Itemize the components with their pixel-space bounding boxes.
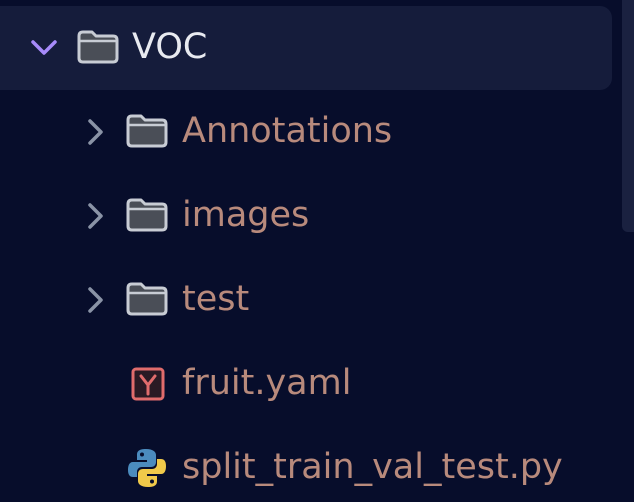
tree-item-voc[interactable]: VOC (0, 6, 612, 90)
folder-icon (126, 282, 168, 316)
file-explorer-tree: VOC Annotations images test fruit.yaml s… (0, 0, 634, 502)
folder-icon (77, 30, 119, 64)
tree-item-label: images (182, 195, 310, 235)
tree-item-split-train-val-test-py[interactable]: split_train_val_test.py (0, 426, 612, 502)
folder-icon (126, 198, 168, 232)
tree-item-label: test (182, 279, 250, 319)
tree-item-images[interactable]: images (0, 174, 612, 258)
tree-item-label: Annotations (182, 111, 393, 151)
tree-item-label: VOC (132, 27, 208, 67)
tree-item-label: split_train_val_test.py (182, 447, 563, 487)
yaml-file-icon (131, 367, 165, 401)
chevron-right-icon[interactable] (80, 117, 110, 147)
tree-item-fruit-yaml[interactable]: fruit.yaml (0, 342, 612, 426)
chevron-down-icon[interactable] (29, 33, 59, 63)
tree-item-test[interactable]: test (0, 258, 612, 342)
chevron-right-icon[interactable] (80, 201, 110, 231)
python-file-icon (128, 449, 166, 487)
tree-item-label: fruit.yaml (182, 363, 352, 403)
folder-icon (126, 114, 168, 148)
scrollbar-thumb[interactable] (622, 0, 634, 232)
tree-item-annotations[interactable]: Annotations (0, 90, 612, 174)
chevron-right-icon[interactable] (80, 285, 110, 315)
